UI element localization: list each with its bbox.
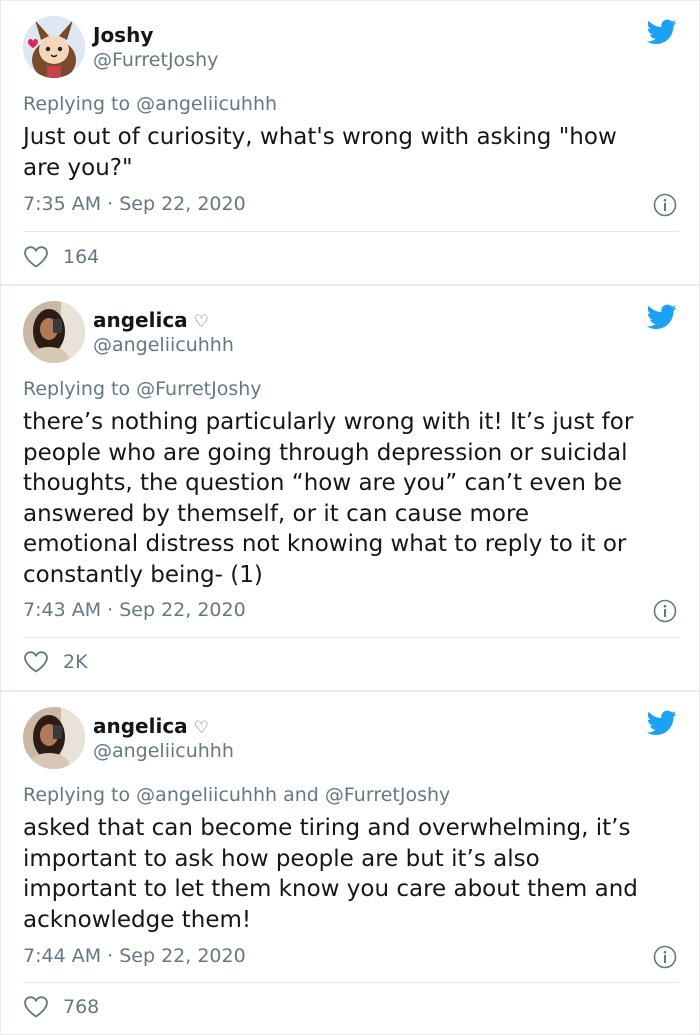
avatar[interactable] <box>23 707 85 769</box>
tweet-text-line: emotional distress not knowing what to r… <box>23 531 627 557</box>
replying-joiner: and <box>283 784 319 806</box>
tweet-text-line: are you?" <box>23 154 133 181</box>
tweet-timestamp[interactable]: 7:44 AM · Sep 22, 2020 <box>23 944 246 968</box>
like-button[interactable]: 164 <box>23 244 99 270</box>
user-handle[interactable]: @angeliicuhhh <box>93 333 234 357</box>
avatar-furret-image <box>23 16 85 78</box>
like-count: 164 <box>63 246 100 268</box>
display-name[interactable]: angelica ♡ <box>93 714 209 740</box>
tweet-text-line: people who are going through depression … <box>23 439 628 466</box>
replying-prefix: Replying to <box>23 93 131 115</box>
replying-prefix: Replying to <box>23 784 131 806</box>
display-name[interactable]: angelica ♡ <box>93 308 209 334</box>
tweet-text-line: answered by themself, or it can cause mo… <box>23 500 530 527</box>
name-heart-emoji: ♡ <box>193 718 209 738</box>
tweet-text-line: constantly being- (1) <box>23 561 263 588</box>
reply-mention-link[interactable]: @angeliicuhhh <box>136 784 277 806</box>
divider <box>23 637 679 638</box>
tweet-text: Just out of curiosity, what's wrong with… <box>23 122 679 183</box>
heart-icon[interactable] <box>23 650 49 674</box>
tweet-text-line: important to let them know you care abou… <box>23 876 638 902</box>
info-icon[interactable] <box>653 193 677 217</box>
twitter-bird-icon[interactable] <box>647 19 677 45</box>
replying-to: Replying to @angeliicuhhh <box>23 92 277 116</box>
tweet-text-line: acknowledge them! <box>23 906 252 933</box>
replying-to: Replying to @FurretJoshy <box>23 377 262 401</box>
avatar-selfie-image <box>23 707 85 769</box>
tweet-text-line: there’s nothing particularly wrong with … <box>23 409 634 435</box>
display-name-text[interactable]: Joshy <box>93 23 153 47</box>
reply-mention-link[interactable]: @angeliicuhhh <box>136 93 277 115</box>
heart-icon[interactable] <box>23 245 49 269</box>
replying-to: Replying to @angeliicuhhh and @FurretJos… <box>23 783 450 807</box>
tweet-card[interactable]: angelica ♡ @angeliicuhhh Replying to @Fur… <box>0 285 700 691</box>
avatar-selfie-image <box>23 301 85 363</box>
like-button[interactable]: 768 <box>23 994 99 1020</box>
tweet-timestamp[interactable]: 7:35 AM · Sep 22, 2020 <box>23 192 246 216</box>
twitter-bird-icon[interactable] <box>647 304 677 330</box>
display-name-text[interactable]: angelica <box>93 714 188 738</box>
tweet-text-line: important to ask how people are but it’s… <box>23 845 540 872</box>
name-heart-emoji: ♡ <box>193 312 209 332</box>
tweet-text: there’s nothing particularly wrong with … <box>23 407 679 590</box>
like-button[interactable]: 2K <box>23 649 88 675</box>
display-name[interactable]: Joshy <box>93 23 153 47</box>
tweet-thread: Joshy @FurretJoshy Replying to @angeliic… <box>0 0 700 1035</box>
user-handle[interactable]: @FurretJoshy <box>93 48 218 72</box>
avatar[interactable] <box>23 16 85 78</box>
like-count: 2K <box>63 651 88 673</box>
tweet-text: asked that can become tiring and overwhe… <box>23 813 679 935</box>
tweet-card[interactable]: Joshy @FurretJoshy Replying to @angeliic… <box>0 0 700 285</box>
tweet-text-line: asked that can become tiring and overwhe… <box>23 815 631 841</box>
reply-mention-link[interactable]: @FurretJoshy <box>136 378 261 400</box>
avatar[interactable] <box>23 301 85 363</box>
info-icon[interactable] <box>653 945 677 969</box>
tweet-card[interactable]: angelica ♡ @angeliicuhhh Replying to @ang… <box>0 691 700 1035</box>
info-icon[interactable] <box>653 599 677 623</box>
twitter-bird-icon[interactable] <box>647 710 677 736</box>
like-count: 768 <box>63 996 100 1018</box>
reply-mention-link[interactable]: @FurretJoshy <box>325 784 450 806</box>
display-name-text[interactable]: angelica <box>93 308 188 332</box>
tweet-text-line: Just out of curiosity, what's wrong with… <box>23 124 617 150</box>
replying-prefix: Replying to <box>23 378 131 400</box>
tweet-text-line: thoughts, the question “how are you” can… <box>23 470 622 496</box>
divider <box>23 982 679 983</box>
heart-icon[interactable] <box>23 995 49 1019</box>
tweet-timestamp[interactable]: 7:43 AM · Sep 22, 2020 <box>23 598 246 622</box>
divider <box>23 231 679 232</box>
user-handle[interactable]: @angeliicuhhh <box>93 739 234 763</box>
